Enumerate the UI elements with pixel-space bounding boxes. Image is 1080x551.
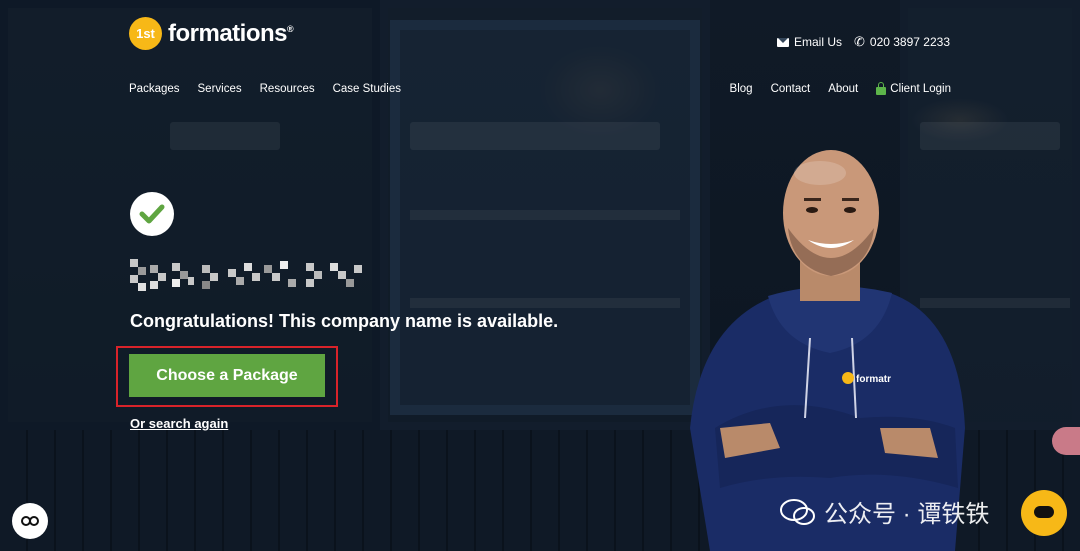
nav-case-studies[interactable]: Case Studies xyxy=(333,83,401,95)
client-login-label: Client Login xyxy=(890,83,951,95)
nav-contact[interactable]: Contact xyxy=(771,83,811,95)
brand-logo[interactable]: 1st formations® xyxy=(129,17,294,50)
main-nav-right: Blog Contact About Client Login xyxy=(730,81,951,95)
logo-badge: 1st xyxy=(129,17,162,50)
nav-resources[interactable]: Resources xyxy=(260,83,315,95)
availability-message: Congratulations! This company name is av… xyxy=(130,311,559,331)
wechat-icon xyxy=(780,498,815,525)
nav-client-login[interactable]: Client Login xyxy=(876,81,951,95)
blurred-sign xyxy=(170,122,280,150)
logo-registered: ® xyxy=(287,23,294,34)
phone-label: 020 3897 2233 xyxy=(869,35,950,49)
blurred-sign xyxy=(410,122,660,150)
search-again-link[interactable]: Or search again xyxy=(130,416,228,431)
choose-package-button[interactable]: Choose a Package xyxy=(129,354,325,397)
nav-packages[interactable]: Packages xyxy=(129,83,180,95)
watermark: 公众号 · 谭铁铁 xyxy=(780,494,989,529)
translate-tab[interactable] xyxy=(1052,427,1080,455)
check-icon xyxy=(130,192,174,236)
phone-icon: ✆ xyxy=(854,34,865,49)
phone-link[interactable]: ✆ 020 3897 2233 xyxy=(854,34,950,50)
nav-blog[interactable]: Blog xyxy=(730,83,753,95)
email-link[interactable]: Email Us xyxy=(776,34,842,50)
shelf xyxy=(410,210,680,220)
logo-wordmark: formations® xyxy=(168,19,294,48)
company-name-redacted xyxy=(130,257,366,291)
nav-services[interactable]: Services xyxy=(198,83,242,95)
envelope-icon xyxy=(776,37,789,47)
hoodie-logo: formatr xyxy=(856,374,891,385)
logo-name: formations xyxy=(168,19,288,47)
chat-icon[interactable] xyxy=(1021,490,1067,536)
main-nav-left: Packages Services Resources Case Studies xyxy=(129,83,401,95)
nav-about[interactable]: About xyxy=(828,83,858,95)
email-label: Email Us xyxy=(793,35,842,49)
watermark-text: 公众号 · 谭铁铁 xyxy=(824,501,990,528)
cookie-icon[interactable] xyxy=(12,503,48,539)
shelf xyxy=(410,298,680,308)
top-contact: Email Us ✆ 020 3897 2233 xyxy=(776,34,950,50)
spokesperson-image: formatr xyxy=(690,150,965,551)
lock-icon xyxy=(876,81,887,95)
